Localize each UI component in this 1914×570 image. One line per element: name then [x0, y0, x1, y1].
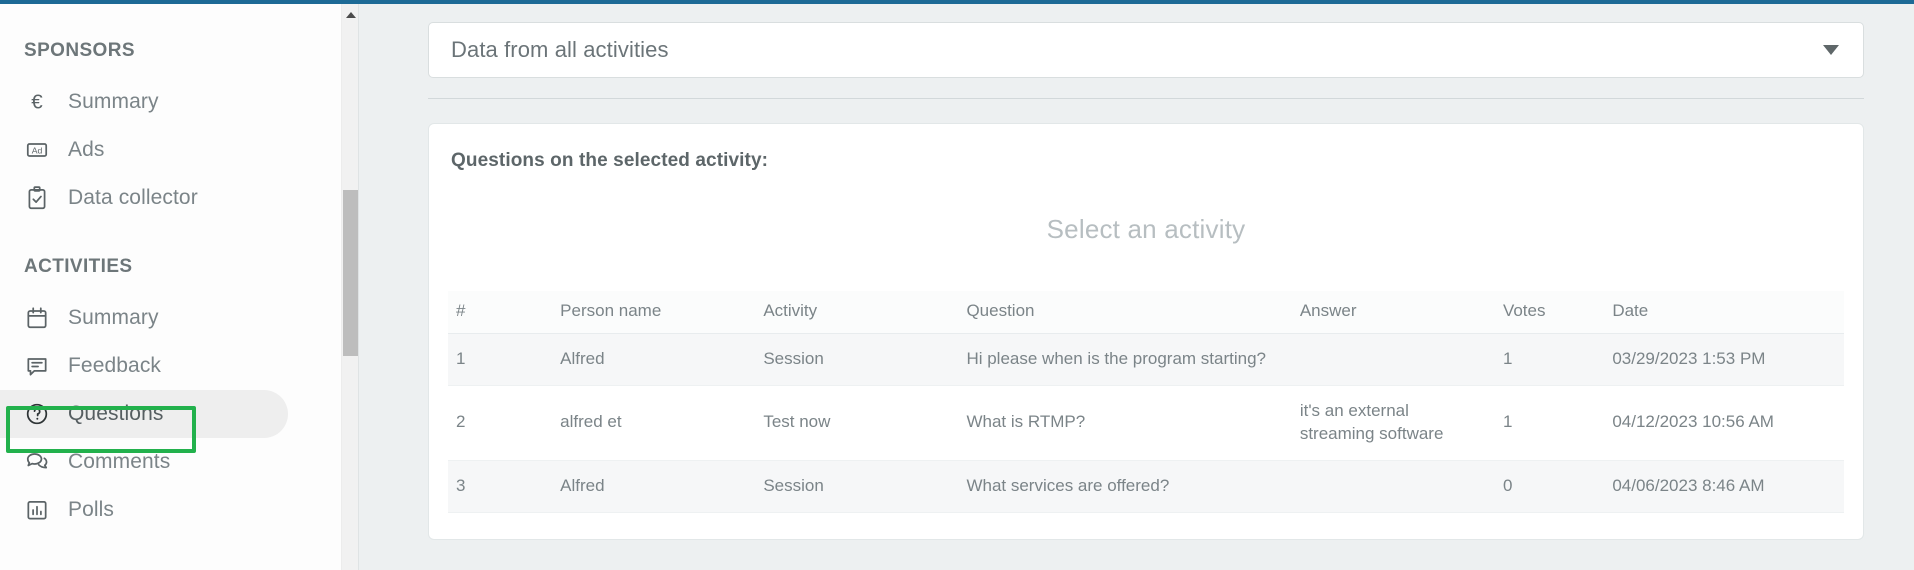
question-circle-icon	[22, 399, 52, 429]
sidebar-item-questions[interactable]: Questions	[0, 390, 288, 438]
cell-question: Hi please when is the program starting?	[958, 333, 1292, 386]
app-root: SPONSORS € Summary Ad Ads Data collector ACTIV…	[0, 0, 1914, 570]
sidebar-item-summary[interactable]: € Summary	[0, 78, 358, 126]
cell-number: 1	[448, 333, 553, 386]
sidebar-item-label: Comments	[68, 450, 171, 473]
bar-chart-icon	[22, 495, 52, 525]
table-row[interactable]: 3 Alfred Session What services are offered?…	[448, 460, 1844, 513]
svg-text:€: €	[31, 91, 43, 114]
feedback-bubble-icon	[22, 351, 52, 381]
column-header: Date	[1604, 291, 1844, 334]
sidebar-item-label: Ads	[68, 138, 105, 161]
table-row[interactable]: 1 Alfred Session Hi please when is the prog…	[448, 333, 1844, 386]
sidebar: SPONSORS € Summary Ad Ads Data collector ACTIV…	[0, 0, 359, 570]
sidebar-item-label: Polls	[68, 498, 115, 521]
sidebar-item-comments[interactable]: Comments	[0, 438, 358, 486]
column-header: Person name	[552, 291, 756, 334]
column-header: Votes	[1494, 291, 1605, 334]
chevron-down-icon[interactable]	[1823, 45, 1839, 55]
euro-icon: €	[22, 87, 52, 117]
column-header: Activity	[755, 291, 959, 334]
select-activity-placeholder: Select an activity	[1046, 214, 1246, 244]
cell-votes: 1	[1494, 385, 1605, 461]
sidebar-group-title-sponsors: SPONSORS	[24, 40, 135, 61]
cell-answer	[1291, 333, 1495, 386]
cell-date: 03/29/2023 1:53 PM	[1604, 333, 1844, 386]
questions-card: Questions on the selected activity: Sele…	[428, 123, 1864, 540]
cell-person-link[interactable]: alfred et	[552, 385, 756, 461]
sidebar-item-feedback[interactable]: Feedback	[0, 342, 358, 390]
table-row[interactable]: 2 alfred et Test now What is RTMP? it's an e…	[448, 385, 1844, 461]
cell-activity-link[interactable]: Test now	[755, 385, 959, 461]
scrollbar-thumb[interactable]	[343, 190, 358, 356]
cell-question: What services are offered?	[958, 460, 1292, 513]
cell-answer: it's an external streaming software	[1291, 385, 1495, 461]
cell-date: 04/06/2023 8:46 AM	[1604, 460, 1844, 513]
cell-votes: 0	[1494, 460, 1605, 513]
sidebar-item-label: Feedback	[68, 354, 162, 377]
sidebar-item-summary[interactable]: Summary	[0, 294, 358, 342]
sidebar-item-label: Questions	[68, 402, 164, 425]
calendar-icon	[22, 303, 52, 333]
sidebar-item-polls[interactable]: Polls	[0, 486, 358, 534]
column-header: Answer	[1291, 291, 1495, 334]
cell-number: 2	[448, 385, 553, 461]
main-content: Data from all activities Questions on th…	[358, 0, 1914, 570]
sidebar-item-data-collector[interactable]: Data collector	[0, 174, 358, 222]
sidebar-divider	[358, 4, 359, 570]
questions-table-body: 1 Alfred Session Hi please when is the prog…	[448, 333, 1844, 513]
table-header-row: # Person name Activity Question Answer Votes D…	[448, 291, 1844, 334]
cell-votes: 1	[1494, 333, 1605, 386]
sidebar-item-ads[interactable]: Ad Ads	[0, 126, 358, 174]
cell-number: 3	[448, 460, 553, 513]
cell-person-link[interactable]: Alfred	[552, 460, 756, 513]
ad-badge-icon: Ad	[22, 135, 52, 165]
scroll-up-arrow-icon[interactable]	[342, 6, 359, 23]
sidebar-scrollbar[interactable]	[341, 4, 358, 570]
cell-activity-link[interactable]: Session	[755, 460, 959, 513]
activity-select-value: Data from all activities	[451, 37, 669, 62]
sidebar-item-label: Summary	[68, 306, 159, 329]
questions-table-head: # Person name Activity Question Answer Votes D…	[448, 291, 1844, 334]
svg-text:Ad: Ad	[32, 145, 43, 155]
cell-question: What is RTMP?	[958, 385, 1292, 461]
column-header: Question	[958, 291, 1292, 334]
sidebar-group-title-activities: ACTIVITIES	[24, 256, 133, 277]
column-header: #	[448, 291, 553, 334]
comments-icon	[22, 447, 52, 477]
questions-card-title: Questions on the selected activity:	[451, 150, 769, 171]
cell-person-link[interactable]: Alfred	[552, 333, 756, 386]
clipboard-check-icon	[22, 183, 52, 213]
top-accent-bar	[0, 0, 1914, 4]
sidebar-item-label: Summary	[68, 90, 159, 113]
cell-date: 04/12/2023 10:56 AM	[1604, 385, 1844, 461]
activity-select[interactable]: Data from all activities	[428, 22, 1864, 78]
section-divider	[428, 98, 1864, 99]
sidebar-item-label: Data collector	[68, 186, 198, 209]
cell-answer	[1291, 460, 1495, 513]
questions-table: # Person name Activity Question Answer Votes D…	[448, 291, 1844, 513]
sidebar-nav-list: SPONSORS € Summary Ad Ads Data collector ACTIV…	[0, 40, 358, 534]
sidebar-scroll-viewport: SPONSORS € Summary Ad Ads Data collector ACTIV…	[0, 4, 358, 570]
cell-activity-link[interactable]: Session	[755, 333, 959, 386]
